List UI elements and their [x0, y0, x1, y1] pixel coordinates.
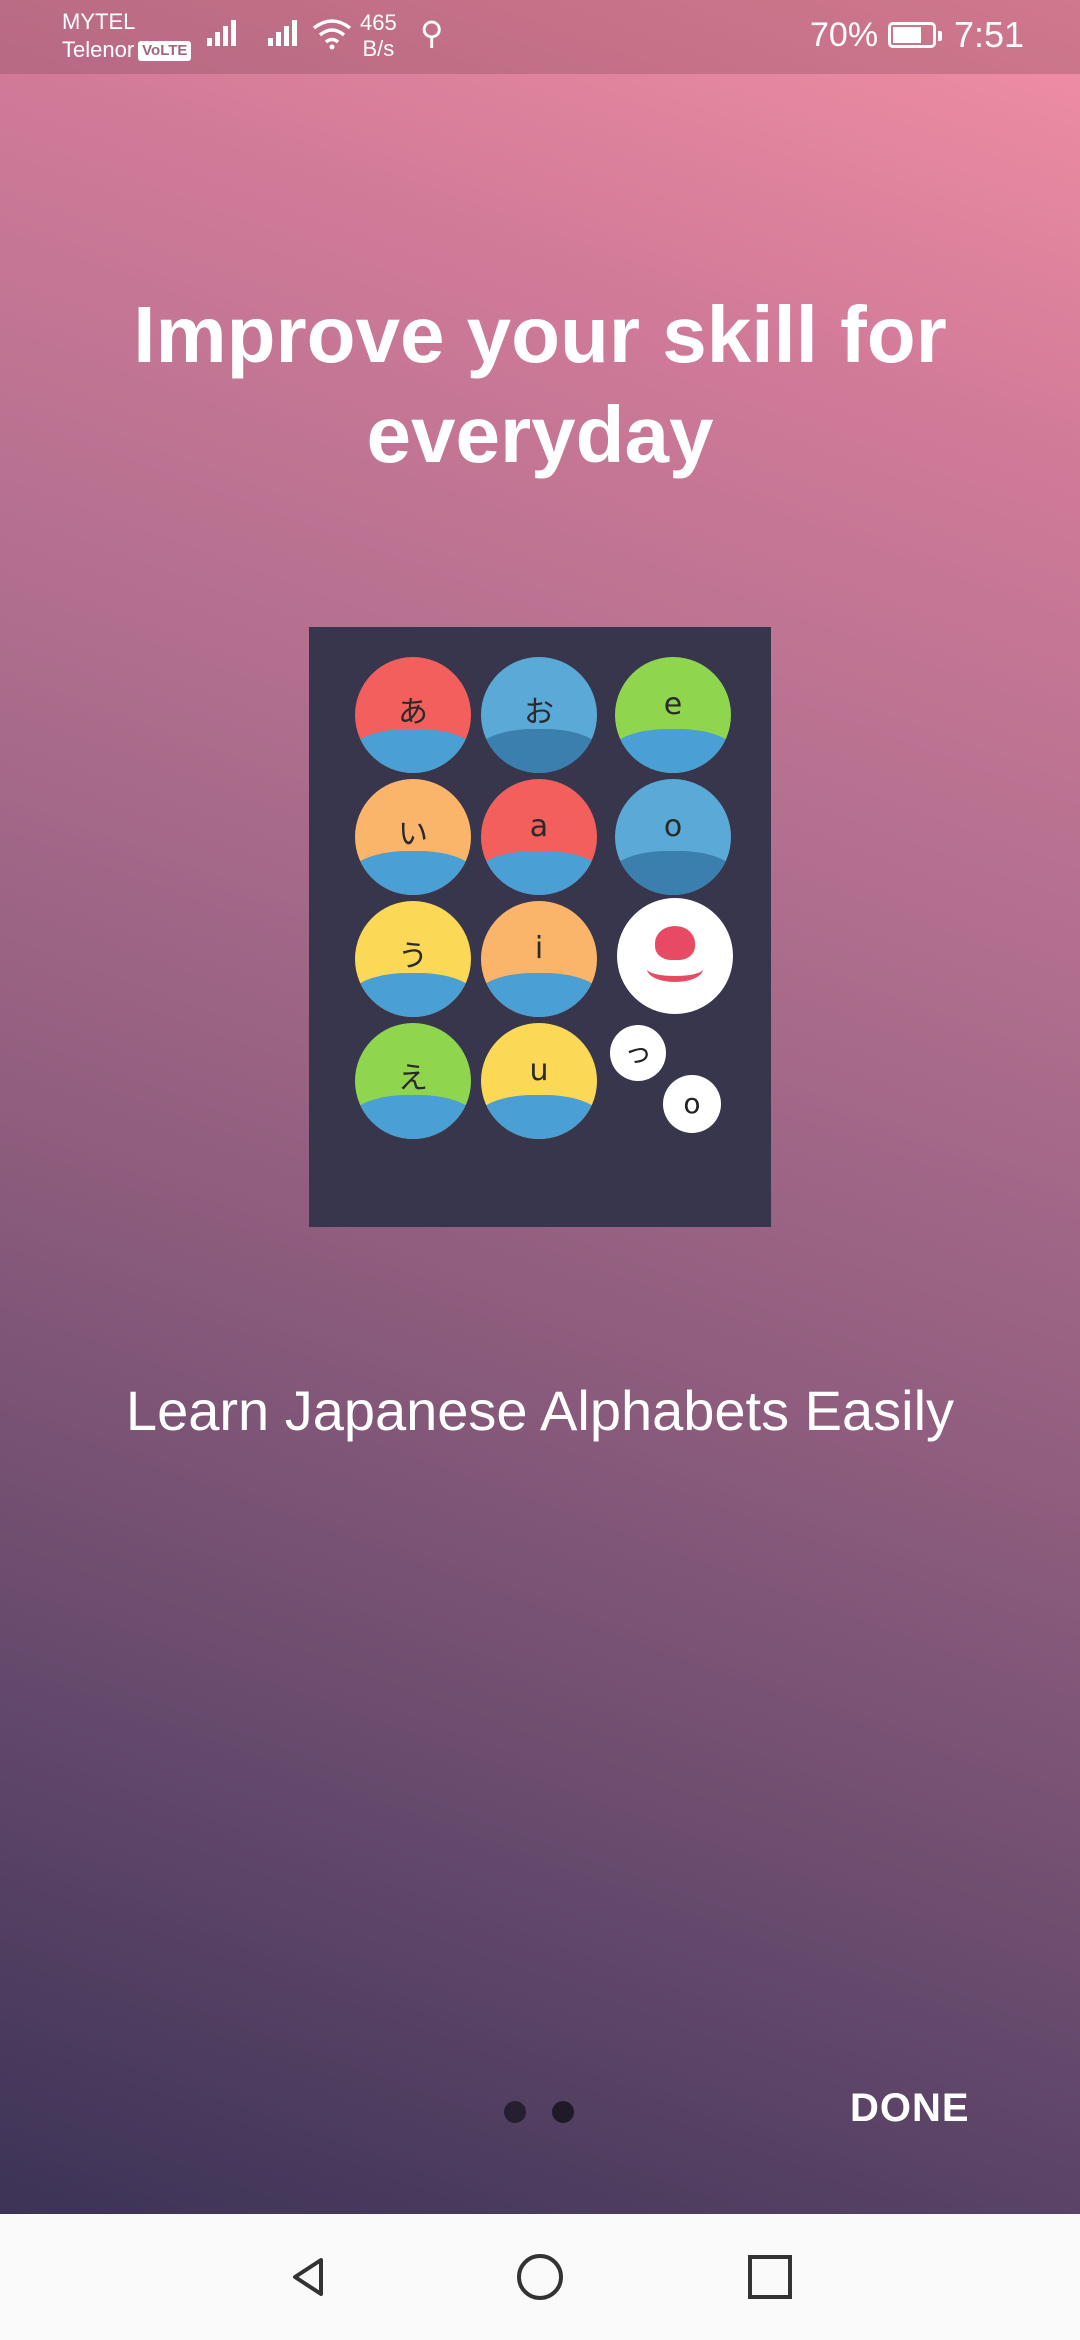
usb-icon: ⚲ [420, 15, 444, 51]
kana-bubble: u [481, 1023, 597, 1139]
signal-icon [207, 20, 239, 46]
navigation-bar [0, 2214, 1080, 2340]
kana-glyph: う [398, 939, 428, 974]
kana-glyph: え [398, 1061, 428, 1096]
kana-glyph: u [529, 1053, 549, 1088]
carrier-info: MYTEL Telenor VoLTE [62, 8, 192, 64]
kana-glyph: お [524, 695, 554, 730]
volte-badge: VoLTE [138, 41, 192, 62]
status-bar: MYTEL Telenor VoLTE 465 B/s ⚲ 70% 7:51 [0, 0, 1080, 74]
signal-icon-2 [268, 20, 300, 46]
battery-percent: 70% [810, 16, 879, 54]
done-button[interactable]: DONE [850, 2086, 970, 2131]
kana-bubble: い [355, 779, 471, 895]
kana-glyph: e [663, 687, 683, 722]
carrier-1: MYTEL [62, 9, 136, 34]
kana-bubble: i [481, 901, 597, 1017]
kana-bubble: お [481, 657, 597, 773]
kana-glyph: い [398, 817, 428, 852]
kana-bubble: o [615, 779, 731, 895]
kana-bubble: e [615, 657, 731, 773]
kana-bubble: あ [355, 657, 471, 773]
kana-bubble: え [355, 1023, 471, 1139]
page-title: Improve your skill for everyday [133, 290, 947, 479]
page-indicator [504, 2101, 600, 2128]
page-dot[interactable] [504, 2101, 526, 2123]
network-speed: 465 B/s [360, 10, 397, 61]
onboarding-screen: MYTEL Telenor VoLTE 465 B/s ⚲ 70% 7:51 Im… [0, 0, 1080, 2214]
small-bubble: o [663, 1075, 721, 1133]
kana-glyph: a [529, 809, 549, 844]
back-icon[interactable] [283, 2252, 333, 2302]
octopus-icon [617, 898, 733, 1014]
kana-bubble: う [355, 901, 471, 1017]
clock: 7:51 [954, 14, 1025, 55]
kana-bubble: a [481, 779, 597, 895]
kana-glyph: あ [398, 695, 428, 730]
kana-illustration: u え i う o a い e お あ っ o [309, 627, 771, 1227]
battery-icon [888, 22, 942, 48]
page-dot-active[interactable] [552, 2101, 574, 2123]
kana-glyph: i [534, 931, 544, 966]
recent-apps-icon[interactable] [745, 2252, 795, 2302]
carrier-2: Telenor [62, 37, 135, 62]
onboarding-subtitle: Learn Japanese Alphabets Easily [125, 1379, 955, 1442]
home-icon[interactable] [515, 2252, 565, 2302]
kana-glyph: o [663, 809, 683, 844]
wifi-icon [312, 18, 352, 55]
small-bubble: っ [610, 1025, 666, 1081]
